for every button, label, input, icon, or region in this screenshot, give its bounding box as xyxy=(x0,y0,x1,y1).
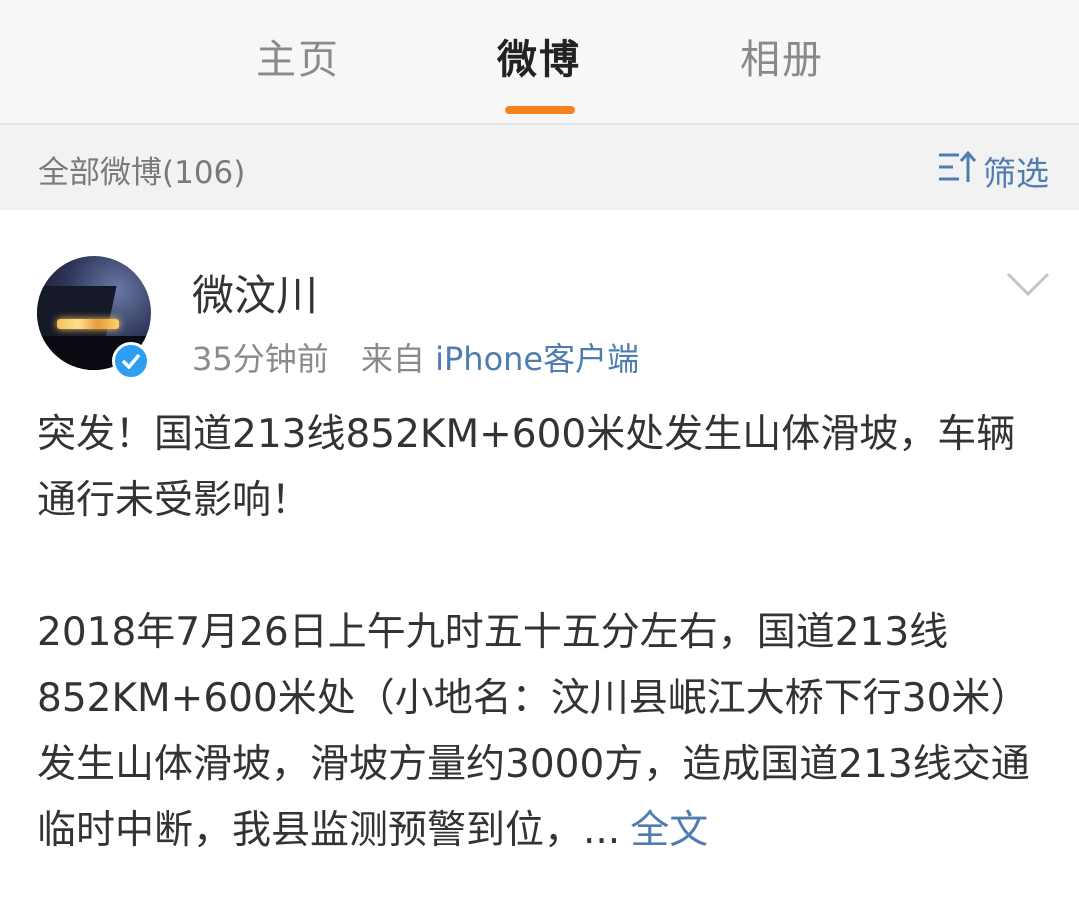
username[interactable]: 微汶川 xyxy=(192,262,318,323)
tab-weibo[interactable]: 微博 xyxy=(497,30,581,90)
filter-button[interactable]: 筛选 xyxy=(937,147,1049,195)
post-time: 35分钟前 xyxy=(192,340,329,378)
filter-label: 筛选 xyxy=(983,154,1049,193)
all-posts-count-label: 全部微博(106) xyxy=(38,155,246,191)
filter-bar: 全部微博(106) 筛选 xyxy=(0,125,1079,210)
post-meta: 35分钟前 来自 iPhone客户端 xyxy=(192,334,639,380)
source-prefix: 来自 xyxy=(360,340,425,378)
full-text-link[interactable]: 全文 xyxy=(630,808,708,853)
post-paragraph-2: 2018年7月26日上午九时五十五分左右，国道213线852KM+600米处（小… xyxy=(37,610,1030,853)
active-tab-indicator xyxy=(505,106,575,114)
chevron-down-icon[interactable] xyxy=(1005,270,1051,304)
profile-tab-bar: 主页 微博 相册 xyxy=(0,0,1079,125)
filter-icon xyxy=(937,150,977,192)
post-text: 突发！国道213线852KM+600米处发生山体滑坡，车辆通行未受影响！ 201… xyxy=(37,402,1037,864)
weibo-post-card: 微汶川 35分钟前 来自 iPhone客户端 突发！国道213线852KM+60… xyxy=(0,210,1079,899)
post-paragraph-1: 突发！国道213线852KM+600米处发生山体滑坡，车辆通行未受影响！ xyxy=(37,412,1016,523)
tab-home[interactable]: 主页 xyxy=(256,30,340,90)
verified-badge-icon xyxy=(112,342,150,380)
source-client-link[interactable]: iPhone客户端 xyxy=(435,340,639,378)
tab-album[interactable]: 相册 xyxy=(740,30,824,90)
